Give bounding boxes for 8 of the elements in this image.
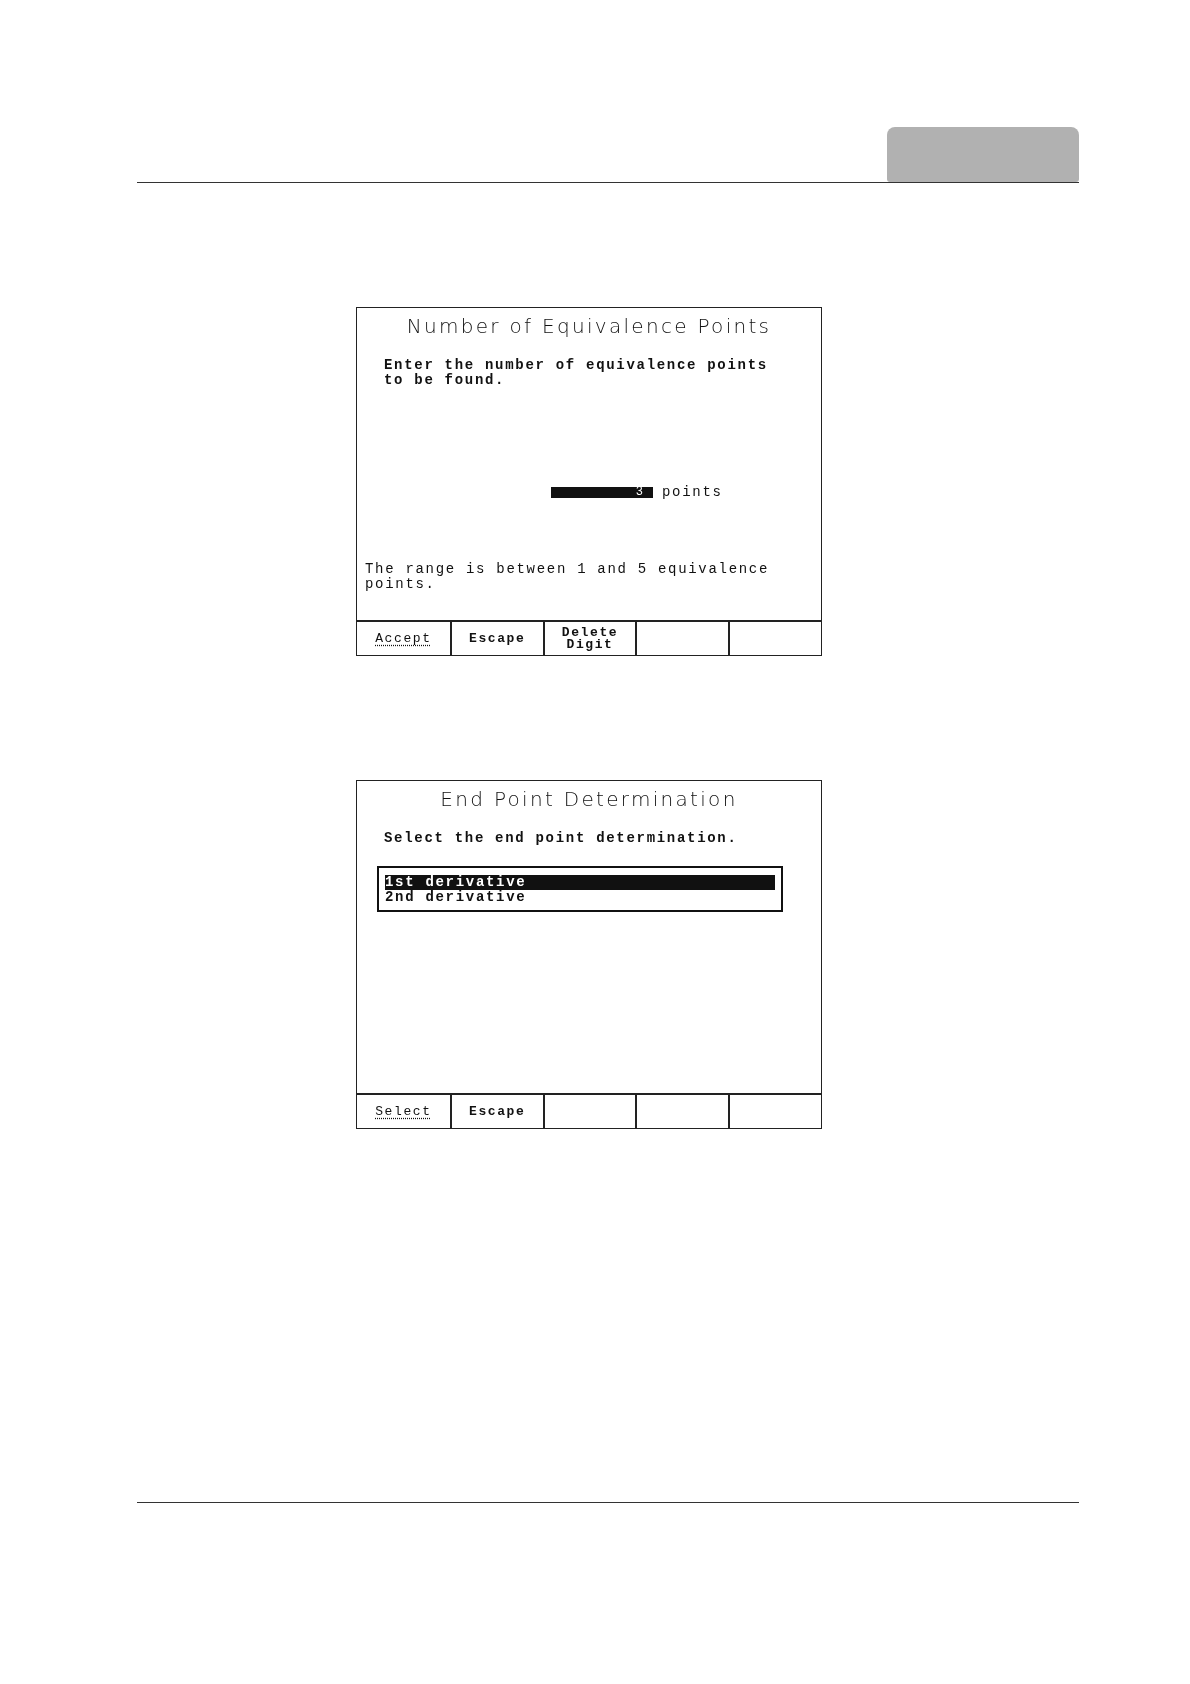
unit-label: points: [662, 484, 723, 500]
list-option[interactable]: 1st derivative: [385, 875, 775, 890]
screen-title: End Point Determination: [439, 787, 739, 811]
prompt-text: Select the end point determination.: [384, 831, 739, 846]
list-option[interactable]: 2nd derivative: [385, 890, 775, 905]
range-note: The range is between 1 and 5 equivalence points.: [365, 562, 771, 592]
prompt-text: Enter the number of equivalence points to be found.: [384, 358, 769, 388]
screen-title: Number of Equivalence Points: [405, 314, 773, 338]
